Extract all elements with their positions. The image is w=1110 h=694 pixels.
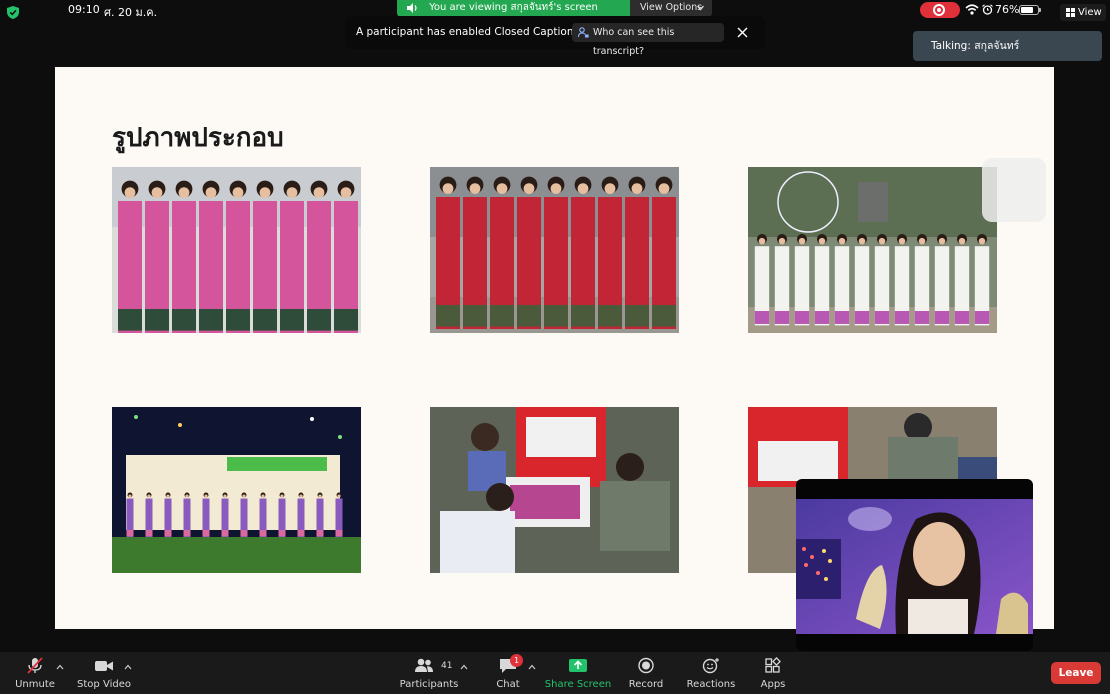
apps-icon bbox=[765, 657, 781, 673]
closed-caption-notification: A participant has enabled Closed Caption… bbox=[345, 16, 766, 57]
microphone-muted-icon bbox=[27, 657, 43, 674]
close-icon[interactable] bbox=[737, 27, 748, 38]
talking-text: Talking: สกุลจันทร์ bbox=[931, 40, 1020, 52]
chevron-up-icon[interactable] bbox=[56, 664, 64, 670]
record-label: Record bbox=[628, 679, 664, 690]
chevron-down-icon bbox=[697, 5, 704, 11]
view-options-label: View Options bbox=[640, 2, 703, 13]
slide-photo-stage-night bbox=[112, 407, 361, 573]
people-lock-icon bbox=[578, 27, 589, 38]
slide-title: รูปภาพประกอบ bbox=[112, 123, 284, 153]
slide-photo-dancers-red bbox=[430, 167, 679, 333]
stop-video-label: Stop Video bbox=[77, 679, 131, 690]
clock-time: 09:10 bbox=[68, 3, 100, 16]
reactions-button[interactable]: Reactions bbox=[684, 652, 738, 694]
slide-photo-dancers-pink bbox=[112, 167, 361, 333]
participants-count: 41 bbox=[441, 661, 453, 671]
record-icon bbox=[638, 657, 654, 674]
slide-photo-students-flowers bbox=[430, 407, 679, 573]
view-layout-button[interactable]: View bbox=[1060, 4, 1106, 21]
chevron-up-icon[interactable] bbox=[460, 664, 468, 670]
view-options-dropdown[interactable]: View Options bbox=[630, 0, 712, 17]
speaker-icon bbox=[407, 3, 417, 13]
battery-icon bbox=[1019, 5, 1041, 15]
battery-fill bbox=[1021, 7, 1034, 13]
floating-control-ghost bbox=[982, 158, 1046, 222]
who-can-see-transcript-button[interactable]: Who can see this transcript? bbox=[572, 23, 724, 57]
record-button[interactable]: Record bbox=[624, 652, 668, 694]
record-dot-icon bbox=[933, 4, 945, 16]
share-screen-label: Share Screen bbox=[544, 679, 612, 690]
slide-photo-dancers-group bbox=[748, 167, 997, 333]
viewing-screen-banner: You are viewing สกุลจันทร์'s screen bbox=[397, 0, 630, 17]
zoom-window: 09:10 ศ. 20 ม.ค. You are viewing สกุลจัน… bbox=[0, 0, 1110, 694]
self-video-thumbnail[interactable] bbox=[796, 479, 1033, 651]
apps-label: Apps bbox=[760, 679, 786, 690]
chat-unread-badge: 1 bbox=[510, 654, 523, 667]
view-button-label: View bbox=[1078, 7, 1102, 18]
participants-icon bbox=[414, 658, 433, 672]
clock-date: ศ. 20 ม.ค. bbox=[104, 6, 158, 19]
participants-label: Participants bbox=[399, 679, 459, 690]
leave-meeting-button[interactable]: Leave bbox=[1051, 662, 1101, 684]
apps-button[interactable]: Apps bbox=[752, 652, 794, 694]
smiley-plus-icon bbox=[702, 658, 719, 674]
chevron-up-icon[interactable] bbox=[528, 664, 536, 670]
participants-button[interactable]: 41 Participants bbox=[396, 652, 462, 694]
who-can-see-label: Who can see this transcript? bbox=[593, 27, 675, 57]
unmute-label: Unmute bbox=[15, 679, 55, 690]
screen-recording-indicator[interactable] bbox=[920, 2, 960, 18]
security-shield-icon[interactable] bbox=[7, 6, 19, 19]
battery-percentage: 76% bbox=[995, 3, 1020, 16]
meeting-toolbar: Unmute Stop Video 41 Participants 1 Chat… bbox=[0, 652, 1110, 694]
alarm-clock-icon bbox=[982, 4, 993, 15]
stop-video-button[interactable]: Stop Video bbox=[74, 652, 134, 694]
viewing-screen-text: You are viewing สกุลจันทร์'s screen bbox=[429, 2, 598, 13]
chat-button[interactable]: 1 Chat bbox=[488, 652, 528, 694]
share-screen-icon bbox=[569, 659, 587, 672]
reactions-label: Reactions bbox=[686, 679, 736, 690]
unmute-button[interactable]: Unmute bbox=[10, 652, 60, 694]
chat-label: Chat bbox=[496, 679, 520, 690]
active-speaker-indicator: Talking: สกุลจันทร์ bbox=[913, 31, 1102, 61]
grid-view-icon bbox=[1066, 8, 1075, 17]
wifi-icon bbox=[965, 4, 979, 15]
self-video-feed bbox=[796, 499, 1033, 634]
video-camera-icon bbox=[95, 661, 113, 671]
caption-message: A participant has enabled Closed Caption… bbox=[356, 26, 590, 38]
chevron-up-icon[interactable] bbox=[124, 664, 132, 670]
share-screen-button[interactable]: Share Screen bbox=[544, 652, 612, 694]
